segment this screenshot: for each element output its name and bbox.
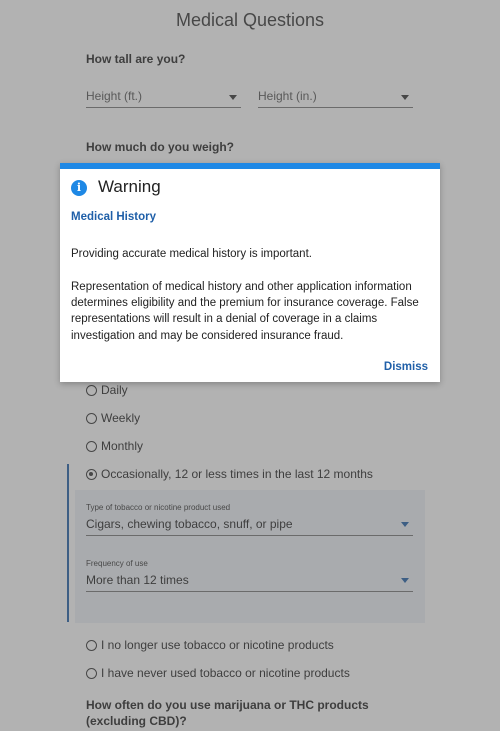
dialog-accent-bar — [60, 163, 440, 169]
dismiss-button[interactable]: Dismiss — [384, 361, 428, 373]
info-icon: i — [71, 180, 87, 196]
warning-dialog: i Warning Medical History Providing accu… — [60, 163, 440, 382]
dialog-paragraph-2: Representation of medical history and ot… — [71, 281, 419, 342]
dialog-title: Warning — [98, 177, 161, 196]
dialog-paragraph-1: Providing accurate medical history is im… — [71, 248, 312, 260]
dialog-subtitle: Medical History — [71, 211, 156, 223]
